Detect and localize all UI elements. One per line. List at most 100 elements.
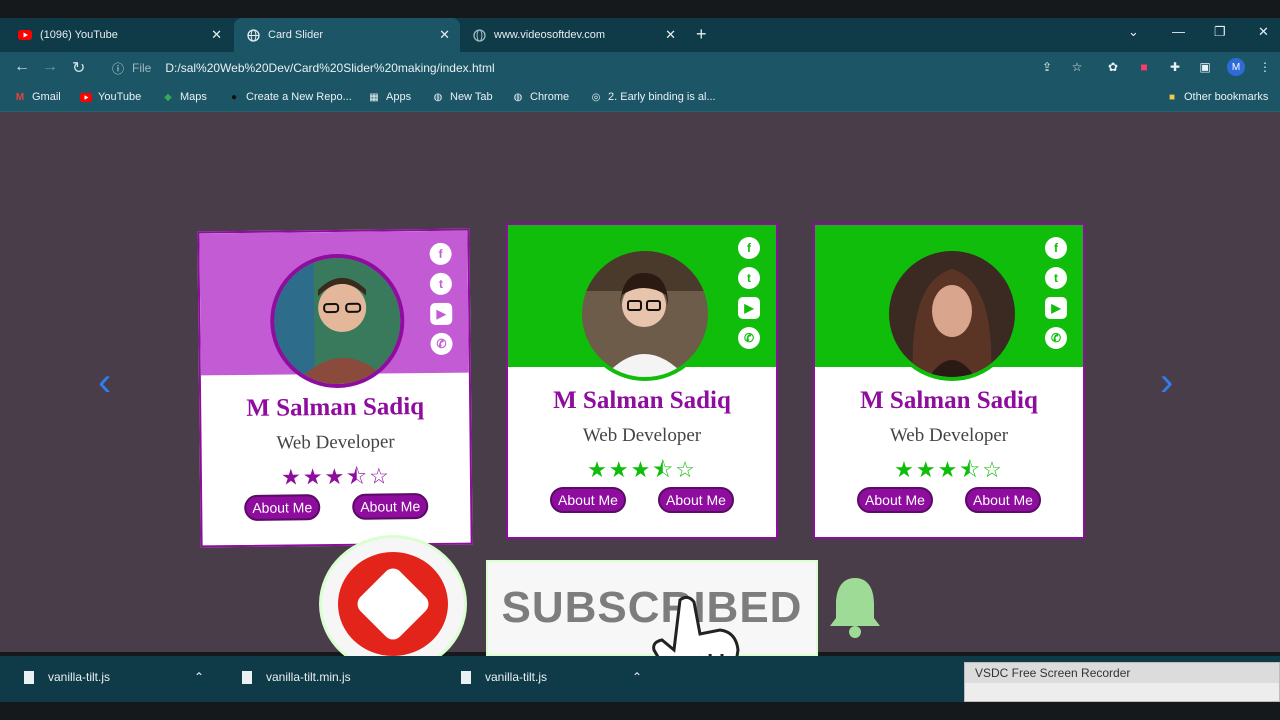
file-icon	[242, 670, 252, 684]
bookmarks-bar: M Gmail YouTube ◆ Maps ● Create a New Re…	[0, 84, 1280, 112]
card-role: Web Developer	[276, 431, 395, 454]
tab-card-slider[interactable]: Card Slider ✕	[234, 18, 460, 52]
github-icon: ●	[230, 91, 238, 103]
download-filename: vanilla-tilt.min.js	[266, 670, 351, 684]
share-icon[interactable]: ⇪	[1040, 60, 1054, 74]
social-links: f t ▶ ✆	[1045, 237, 1071, 357]
close-window-icon[interactable]: ✕	[1258, 24, 1269, 40]
whatsapp-icon[interactable]: ✆	[1045, 327, 1067, 349]
close-tab-icon[interactable]: ✕	[211, 27, 222, 43]
bookmark-star-icon[interactable]: ☆	[1070, 60, 1084, 74]
extensions-puzzle-icon[interactable]: ✚	[1168, 60, 1182, 74]
about-me-button[interactable]: About Me	[352, 493, 429, 520]
chevron-up-icon[interactable]: ⌃	[194, 670, 204, 684]
tab-videosoftdev[interactable]: www.videosoftdev.com ✕	[460, 18, 686, 52]
address-bar[interactable]: ⓘ File D:/sal%20Web%20Dev/Card%20Slider%…	[104, 56, 1104, 80]
reload-icon[interactable]: ↻	[72, 58, 85, 78]
extension-icon[interactable]: ✿	[1106, 60, 1120, 74]
toolbar: ← → ↻ ⓘ File D:/sal%20Web%20Dev/Card%20S…	[0, 52, 1280, 84]
whatsapp-icon[interactable]: ✆	[430, 332, 453, 355]
globe-icon	[472, 28, 486, 42]
slider-prev-icon[interactable]: ‹	[98, 360, 111, 405]
social-links: f t ▶ ✆	[738, 237, 764, 357]
side-panel-icon[interactable]: ▣	[1198, 60, 1212, 74]
new-tab-icon[interactable]: +	[696, 24, 707, 45]
youtube-icon[interactable]: ▶	[430, 302, 453, 325]
minimize-icon[interactable]: —	[1172, 24, 1185, 39]
bookmark-early-binding[interactable]: ◎ 2. Early binding is al...	[590, 91, 716, 103]
card-name: M Salman Sadiq	[860, 387, 1038, 414]
url-scheme: File	[132, 61, 152, 75]
gmail-icon: M	[15, 91, 25, 103]
twitter-icon[interactable]: t	[738, 267, 760, 289]
recorder-extension-icon[interactable]: ■	[1137, 60, 1151, 74]
twitter-icon[interactable]: t	[1045, 267, 1067, 289]
apps-grid-icon: ▦	[369, 91, 379, 103]
facebook-icon[interactable]: f	[738, 237, 760, 259]
bookmark-youtube[interactable]: YouTube	[80, 91, 141, 103]
about-me-button[interactable]: About Me	[965, 487, 1041, 513]
folder-icon: ■	[1168, 91, 1176, 103]
about-me-button[interactable]: About Me	[244, 494, 321, 521]
tab-strip: (1096) YouTube ✕ Card Slider ✕ www.video…	[0, 18, 1280, 52]
avatar	[885, 247, 1019, 381]
close-tab-icon[interactable]: ✕	[439, 27, 450, 43]
profile-avatar[interactable]: M	[1227, 58, 1245, 76]
back-icon[interactable]: ←	[14, 58, 30, 76]
about-me-button[interactable]: About Me	[550, 487, 626, 513]
avatar	[269, 253, 405, 389]
forward-icon[interactable]: →	[42, 58, 58, 76]
slider-next-icon[interactable]: ›	[1160, 360, 1173, 405]
recorder-title: VSDC Free Screen Recorder	[965, 663, 1279, 683]
facebook-icon[interactable]: f	[1045, 237, 1067, 259]
about-me-button[interactable]: About Me	[857, 487, 933, 513]
bookmark-label: New Tab	[450, 91, 493, 103]
tab-search-icon[interactable]: ⌄	[1128, 24, 1139, 40]
bookmark-maps[interactable]: ◆ Maps	[162, 91, 207, 103]
bookmark-gmail[interactable]: M Gmail	[14, 91, 61, 103]
file-icon	[24, 670, 34, 684]
social-links: f t ▶ ✆	[429, 242, 456, 363]
globe-icon: ◍	[513, 91, 523, 103]
tab-title: www.videosoftdev.com	[494, 29, 606, 41]
url-text: D:/sal%20Web%20Dev/Card%20Slider%20makin…	[165, 61, 495, 75]
info-icon[interactable]: ⓘ	[112, 60, 124, 77]
avatar	[578, 247, 712, 381]
bookmark-other[interactable]: ■ Other bookmarks	[1166, 91, 1268, 103]
rating-stars: ★★★⯪☆	[894, 457, 1004, 482]
twitter-icon[interactable]: t	[429, 272, 453, 295]
close-tab-icon[interactable]: ✕	[665, 27, 676, 43]
bookmark-apps[interactable]: ▦ Apps	[368, 91, 411, 103]
rating-stars: ★★★⯪☆	[587, 457, 697, 482]
youtube-icon	[80, 91, 92, 103]
whatsapp-icon[interactable]: ✆	[738, 327, 760, 349]
download-item[interactable]: vanilla-tilt.min.js	[242, 670, 351, 684]
bookmark-github[interactable]: ● Create a New Repo...	[228, 91, 352, 103]
bookmark-label: Gmail	[32, 91, 61, 103]
screen: (1096) YouTube ✕ Card Slider ✕ www.video…	[0, 0, 1280, 720]
globe-icon: ◍	[433, 91, 443, 103]
bookmark-new-tab[interactable]: ◍ New Tab	[432, 91, 493, 103]
bookmark-label: Maps	[180, 91, 207, 103]
youtube-icon[interactable]: ▶	[738, 297, 760, 319]
bell-icon	[830, 578, 880, 638]
download-item[interactable]: vanilla-tilt.js	[461, 670, 547, 684]
file-icon	[461, 670, 471, 684]
restore-icon[interactable]: ❐	[1214, 24, 1226, 40]
bookmark-label: YouTube	[98, 91, 142, 103]
bookmark-label: Other bookmarks	[1184, 91, 1269, 103]
chevron-up-icon[interactable]: ⌃	[632, 670, 642, 684]
youtube-icon[interactable]: ▶	[1045, 297, 1067, 319]
site-icon: ◎	[591, 91, 601, 103]
card-name: M Salman Sadiq	[246, 393, 425, 422]
download-item[interactable]: vanilla-tilt.js	[24, 670, 110, 684]
download-filename: vanilla-tilt.js	[48, 670, 111, 684]
bookmark-chrome[interactable]: ◍ Chrome	[512, 91, 570, 103]
bookmark-label: 2. Early binding is al...	[608, 91, 716, 103]
facebook-icon[interactable]: f	[429, 242, 452, 266]
download-filename: vanilla-tilt.js	[485, 670, 548, 684]
about-me-button[interactable]: About Me	[658, 487, 734, 513]
menu-icon[interactable]: ⋮	[1258, 60, 1272, 74]
bookmark-label: Create a New Repo...	[246, 91, 352, 103]
tab-youtube[interactable]: (1096) YouTube ✕	[6, 18, 232, 52]
